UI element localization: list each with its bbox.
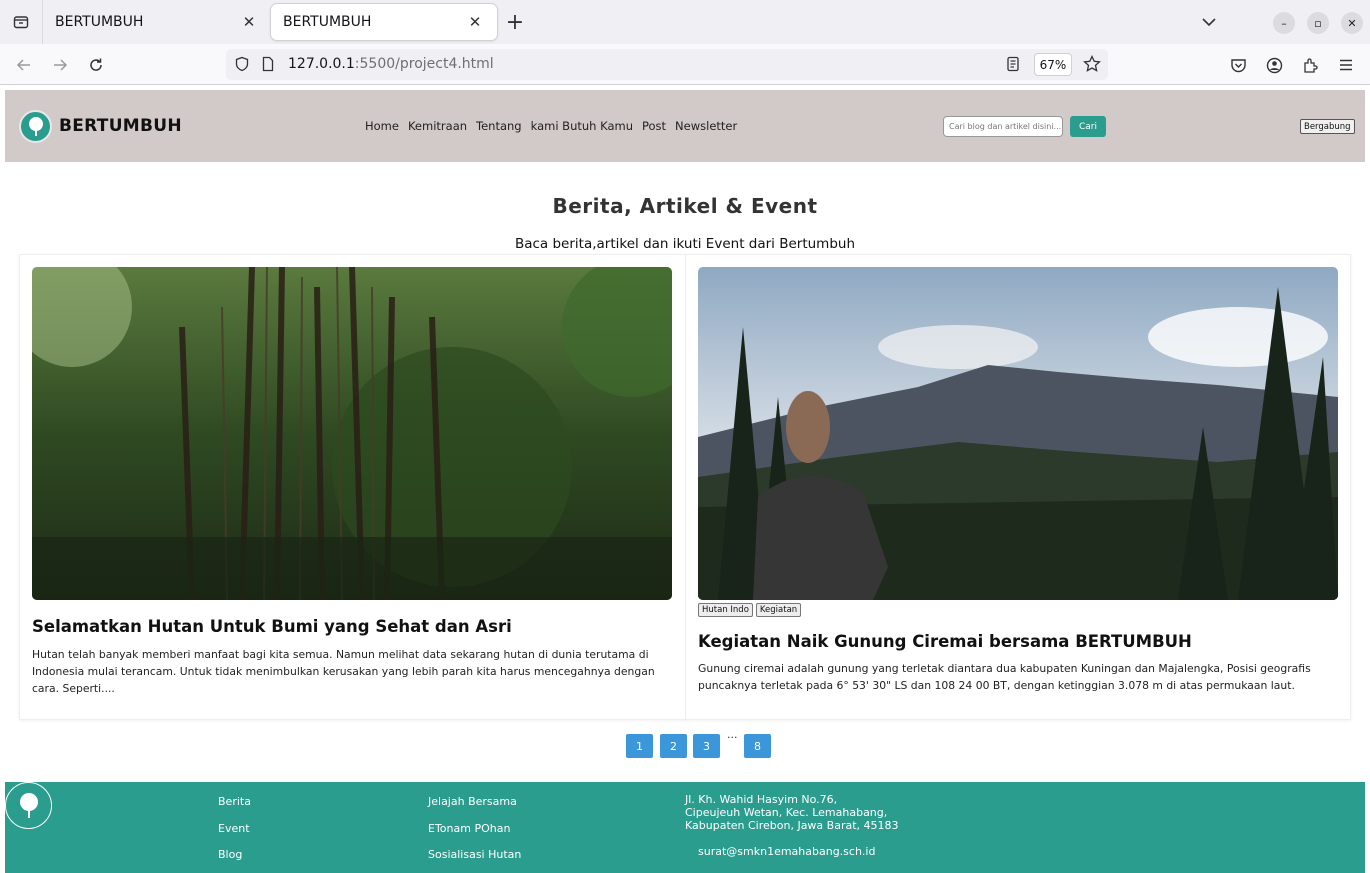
url-path: :5500/project4.html <box>354 56 494 72</box>
pagination-ellipsis: ... <box>727 728 738 741</box>
nav-kami-butuh-kamu[interactable]: kami Butuh Kamu <box>531 119 633 133</box>
nav-newsletter[interactable]: Newsletter <box>675 119 737 133</box>
address-line: Kabupaten Cirebon, Jawa Barat, 45183 <box>685 819 899 832</box>
address-bar[interactable]: 127.0.0.1:5500/project4.html 67% <box>226 49 1108 80</box>
address-line: Jl. Kh. Wahid Hasyim No.76, <box>685 793 838 806</box>
page-icon[interactable] <box>257 53 279 75</box>
tab-list-icon <box>13 16 29 29</box>
reload-icon[interactable] <box>85 54 107 76</box>
card-title[interactable]: Selamatkan Hutan Untuk Bumi yang Sehat d… <box>32 617 512 636</box>
join-button[interactable]: Bergabung <box>1300 119 1355 134</box>
pocket-icon[interactable] <box>1227 54 1249 76</box>
card-excerpt: Hutan telah banyak memberi manfaat bagi … <box>32 648 655 695</box>
page-2-button[interactable]: 2 <box>660 734 687 758</box>
section-subtitle: Baca berita,artikel dan ikuti Event dari… <box>514 236 856 252</box>
search-button[interactable]: Cari <box>1070 116 1106 137</box>
list-all-tabs-button[interactable] <box>0 0 43 44</box>
page-1-button[interactable]: 1 <box>626 734 653 758</box>
site-logo[interactable] <box>19 110 52 143</box>
article-cards: Selamatkan Hutan Untuk Bumi yang Sehat d… <box>19 254 1351 721</box>
restore-button[interactable]: ▫ <box>1307 12 1329 34</box>
brand-name[interactable]: BERTUMBUH <box>59 116 182 136</box>
address-line: Cipeujeuh Wetan, Kec. Lemahabang, <box>685 806 888 819</box>
site-footer: Berita Event Blog Jelajah Bersama ETonam… <box>5 782 1365 873</box>
chevron-down-icon[interactable] <box>1199 12 1219 32</box>
reader-view-icon[interactable] <box>1002 53 1024 75</box>
footer-link-event[interactable]: Event <box>218 822 250 835</box>
footer-link-blog[interactable]: Blog <box>218 848 242 861</box>
tree-icon <box>28 116 43 136</box>
footer-logo[interactable] <box>5 782 52 829</box>
card-tags: Hutan Indo Kegiatan <box>698 603 802 617</box>
tree-icon <box>19 792 38 818</box>
close-icon[interactable]: ✕ <box>239 12 259 32</box>
tag-kegiatan[interactable]: Kegiatan <box>755 603 802 617</box>
minimize-button[interactable]: – <box>1273 12 1295 34</box>
extensions-icon[interactable] <box>1299 54 1321 76</box>
window-close-button[interactable]: ✕ <box>1341 12 1363 34</box>
forest-image[interactable] <box>32 267 672 600</box>
footer-link-jelajah[interactable]: Jelajah Bersama <box>428 795 517 808</box>
tag-hutan-indo[interactable]: Hutan Indo <box>698 603 753 617</box>
close-icon[interactable]: ✕ <box>465 12 485 32</box>
mountain-hiker-image[interactable] <box>698 267 1338 600</box>
shield-icon[interactable] <box>231 53 253 75</box>
new-tab-button[interactable]: + <box>503 10 527 35</box>
forward-arrow-icon[interactable] <box>49 54 71 76</box>
nav-kemitraan[interactable]: Kemitraan <box>408 119 467 133</box>
url-host: 127.0.0.1 <box>288 56 355 72</box>
card-excerpt: Gunung ciremai adalah gunung yang terlet… <box>698 662 1311 692</box>
footer-email[interactable]: surat@smkn1emahabang.sch.id <box>698 845 875 858</box>
main-nav: Home Kemitraan Tentang kami Butuh Kamu P… <box>365 119 737 133</box>
search-input[interactable]: Cari blog dan artikel disini... <box>943 116 1063 137</box>
footer-address: Jl. Kh. Wahid Hasyim No.76, Cipeujeuh We… <box>685 793 945 832</box>
browser-tab-bar: BERTUMBUH ✕ BERTUMBUH ✕ + – ▫ ✕ <box>0 0 1370 44</box>
tab-title: BERTUMBUH <box>283 14 372 30</box>
account-icon[interactable] <box>1263 54 1285 76</box>
zoom-level[interactable]: 67% <box>1034 53 1072 76</box>
url-text: 127.0.0.1:5500/project4.html <box>288 56 494 72</box>
section-title: Berita, Artikel & Event <box>552 194 818 218</box>
card-title[interactable]: Kegiatan Naik Gunung Ciremai bersama BER… <box>698 632 1192 651</box>
card-divider <box>685 255 686 721</box>
browser-tab-2[interactable]: BERTUMBUH ✕ <box>271 4 497 40</box>
tab-title: BERTUMBUH <box>55 14 144 30</box>
browser-navigation-bar: 127.0.0.1:5500/project4.html 67% <box>0 44 1370 85</box>
nav-post[interactable]: Post <box>642 119 666 133</box>
footer-link-etonam[interactable]: ETonam POhan <box>428 822 510 835</box>
browser-tab-1[interactable]: BERTUMBUH ✕ <box>43 0 271 44</box>
back-arrow-icon[interactable] <box>13 54 35 76</box>
web-page: BERTUMBUH Home Kemitraan Tentang kami Bu… <box>0 86 1370 873</box>
nav-tentang[interactable]: Tentang <box>476 119 522 133</box>
page-8-button[interactable]: 8 <box>744 734 771 758</box>
nav-home[interactable]: Home <box>365 119 399 133</box>
menu-icon[interactable] <box>1335 54 1357 76</box>
footer-link-berita[interactable]: Berita <box>218 795 251 808</box>
site-header: BERTUMBUH Home Kemitraan Tentang kami Bu… <box>5 90 1365 162</box>
page-3-button[interactable]: 3 <box>693 734 720 758</box>
footer-link-sosialisasi[interactable]: Sosialisasi Hutan <box>428 848 521 861</box>
bookmark-star-icon[interactable] <box>1081 53 1103 75</box>
